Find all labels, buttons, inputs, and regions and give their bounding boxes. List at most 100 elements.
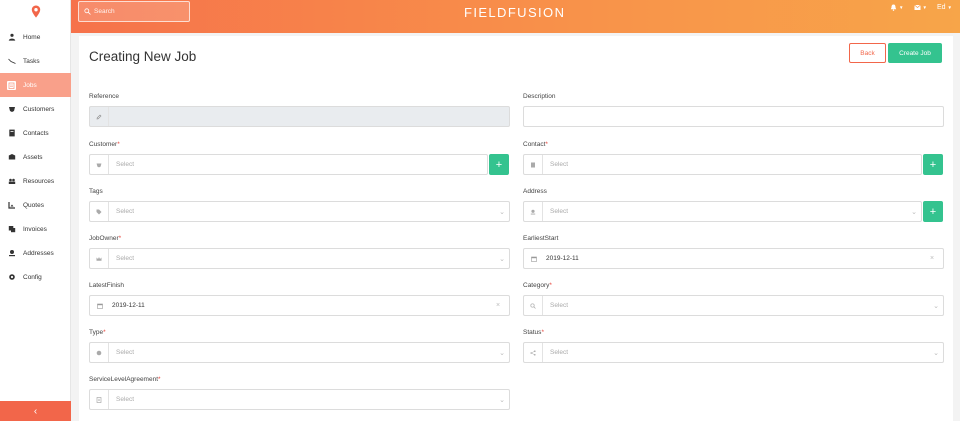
status-placeholder: Select bbox=[550, 349, 569, 356]
jobs-icon bbox=[7, 80, 16, 90]
required-asterisk: * bbox=[158, 376, 161, 383]
app-logo[interactable] bbox=[0, 0, 71, 23]
tasks-icon bbox=[7, 57, 16, 66]
sidebar-collapse-button[interactable]: ‹ bbox=[0, 401, 71, 421]
search-box[interactable] bbox=[78, 1, 190, 22]
job-owner-select[interactable]: Select ⌄ bbox=[89, 248, 510, 269]
earliest-start-date-field[interactable]: 2019-12-11 × bbox=[523, 248, 944, 269]
status-select[interactable]: Select ⌄ bbox=[523, 342, 944, 363]
type-icon bbox=[90, 343, 109, 362]
required-asterisk: * bbox=[118, 235, 122, 242]
create-job-button[interactable]: Create Job bbox=[888, 43, 942, 63]
contact-placeholder: Select bbox=[550, 161, 569, 168]
brand-title: FIELDFUSION bbox=[464, 5, 566, 20]
description-label: Description bbox=[523, 93, 556, 100]
category-select[interactable]: Select ⌄ bbox=[523, 295, 944, 316]
messages-dropdown[interactable]: ▼ bbox=[913, 4, 927, 11]
addresses-icon bbox=[7, 249, 16, 258]
sidebar-item-label: Quotes bbox=[23, 201, 44, 209]
user-menu[interactable]: Ed ▼ bbox=[937, 4, 952, 11]
contact-select[interactable]: Select bbox=[523, 154, 922, 175]
type-select[interactable]: Select ⌄ bbox=[89, 342, 510, 363]
caret-down-icon: ▼ bbox=[947, 5, 952, 10]
caret-down-icon: ▼ bbox=[899, 5, 904, 10]
sidebar-item-resources[interactable]: Resources bbox=[0, 169, 71, 193]
calendar-icon bbox=[524, 249, 543, 268]
plus-icon: + bbox=[929, 158, 937, 171]
sidebar-item-label: Contacts bbox=[23, 129, 49, 137]
address-placeholder: Select bbox=[550, 208, 569, 215]
job-owner-placeholder: Select bbox=[116, 255, 135, 262]
clear-icon[interactable]: × bbox=[925, 255, 939, 262]
clear-icon[interactable]: × bbox=[491, 302, 505, 309]
add-address-button[interactable]: + bbox=[923, 201, 943, 222]
reference-field[interactable] bbox=[89, 106, 510, 127]
address-label: Address bbox=[523, 188, 547, 195]
bell-icon bbox=[890, 4, 897, 11]
plus-icon: + bbox=[929, 205, 937, 218]
sidebar-item-tasks[interactable]: Tasks bbox=[0, 49, 71, 73]
sidebar-nav: Home Tasks Jobs Customers Contacts Asset… bbox=[0, 25, 71, 289]
sidebar-item-quotes[interactable]: Quotes bbox=[0, 193, 71, 217]
type-label: Type* bbox=[89, 329, 106, 336]
sla-label: ServiceLevelAgreement* bbox=[89, 376, 161, 383]
gear-icon bbox=[7, 273, 16, 282]
latest-finish-date-field[interactable]: 2019-12-11 × bbox=[89, 295, 510, 316]
sidebar-item-assets[interactable]: Assets bbox=[0, 145, 71, 169]
back-button[interactable]: Back bbox=[849, 43, 886, 63]
sidebar-item-jobs[interactable]: Jobs bbox=[0, 73, 71, 97]
latest-finish-value: 2019-12-11 bbox=[112, 302, 145, 309]
sidebar-item-config[interactable]: Config bbox=[0, 265, 71, 289]
description-field[interactable] bbox=[523, 106, 944, 127]
tags-label: Tags bbox=[89, 188, 103, 195]
customers-icon bbox=[7, 105, 16, 114]
sidebar-item-customers[interactable]: Customers bbox=[0, 97, 71, 121]
add-customer-button[interactable]: + bbox=[489, 154, 509, 175]
sla-select[interactable]: Select ⌄ bbox=[89, 389, 510, 410]
caret-down-icon: ▼ bbox=[922, 5, 927, 10]
earliest-start-value: 2019-12-11 bbox=[546, 255, 579, 262]
notifications-dropdown[interactable]: ▼ bbox=[890, 4, 904, 11]
home-icon bbox=[7, 33, 16, 42]
category-label: Category* bbox=[523, 282, 552, 289]
add-contact-button[interactable]: + bbox=[923, 154, 943, 175]
chevron-down-icon: ⌄ bbox=[911, 208, 917, 216]
search-input[interactable] bbox=[94, 8, 189, 15]
tags-select[interactable]: Select ⌄ bbox=[89, 201, 510, 222]
required-asterisk: * bbox=[103, 329, 106, 336]
chevron-down-icon: ⌄ bbox=[499, 255, 505, 263]
required-asterisk: * bbox=[541, 329, 544, 336]
invoices-icon bbox=[7, 225, 16, 234]
crown-icon bbox=[90, 249, 109, 268]
address-select[interactable]: Select ⌄ bbox=[523, 201, 922, 222]
create-job-panel: Creating New Job Back Create Job Referen… bbox=[79, 36, 953, 421]
sidebar-item-home[interactable]: Home bbox=[0, 25, 71, 49]
chevron-down-icon: ⌄ bbox=[499, 208, 505, 216]
pencil-icon bbox=[90, 107, 109, 126]
customer-select[interactable]: Select bbox=[89, 154, 488, 175]
sidebar-item-addresses[interactable]: Addresses bbox=[0, 241, 71, 265]
sidebar-item-invoices[interactable]: Invoices bbox=[0, 217, 71, 241]
quotes-icon bbox=[7, 201, 16, 210]
chevron-down-icon: ⌄ bbox=[499, 349, 505, 357]
sidebar-item-contacts[interactable]: Contacts bbox=[0, 121, 71, 145]
sla-placeholder: Select bbox=[116, 396, 135, 403]
latest-finish-label: LatestFinish bbox=[89, 282, 125, 289]
sidebar-item-label: Jobs bbox=[23, 81, 37, 89]
chevron-down-icon: ⌄ bbox=[933, 349, 939, 357]
sidebar-item-label: Addresses bbox=[23, 249, 54, 257]
status-label: Status* bbox=[523, 329, 544, 336]
search-icon bbox=[84, 8, 91, 15]
required-asterisk: * bbox=[117, 141, 120, 148]
share-nodes-icon bbox=[524, 343, 543, 362]
sidebar: Home Tasks Jobs Customers Contacts Asset… bbox=[0, 0, 71, 421]
customer-icon bbox=[90, 155, 109, 174]
earliest-start-label: EarliestStart bbox=[523, 235, 559, 242]
sidebar-item-label: Home bbox=[23, 33, 41, 41]
contacts-icon bbox=[7, 129, 16, 138]
required-asterisk: * bbox=[545, 141, 548, 148]
customer-label: Customer* bbox=[89, 141, 120, 148]
location-pin-logo-icon bbox=[31, 5, 40, 18]
type-placeholder: Select bbox=[116, 349, 135, 356]
category-placeholder: Select bbox=[550, 302, 569, 309]
